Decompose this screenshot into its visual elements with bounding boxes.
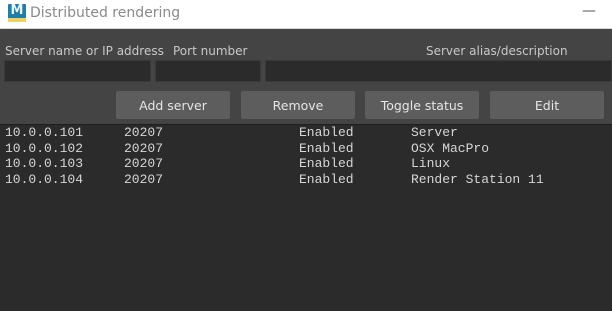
remove-button[interactable]: Remove: [241, 91, 355, 119]
server-row[interactable]: 10.0.0.104 20207 Enabled Render Station …: [0, 172, 612, 188]
server-status: Enabled: [299, 140, 354, 156]
minimize-button[interactable]: —: [582, 2, 596, 20]
server-alias: OSX MacPro: [411, 140, 490, 156]
server-port: 20207: [124, 156, 164, 171]
server-row[interactable]: 10.0.0.102 20207 Enabled OSX MacPro: [0, 141, 612, 157]
server-name-label: Server name or IP address: [5, 44, 164, 58]
title-bar: M Distributed rendering —: [0, 0, 612, 29]
edit-button[interactable]: Edit: [490, 91, 604, 119]
port-number-label: Port number: [173, 44, 248, 58]
server-name-input[interactable]: [4, 60, 151, 82]
window-title: Distributed rendering: [30, 5, 181, 21]
server-status: Enabled: [299, 156, 354, 171]
server-port: 20207: [124, 171, 164, 187]
server-status: Enabled: [299, 125, 354, 140]
server-alias-input[interactable]: [265, 60, 612, 82]
app-icon-band: [8, 18, 26, 22]
server-ip: 10.0.0.103: [5, 156, 84, 171]
app-icon-letter: M: [10, 4, 24, 18]
server-ip: 10.0.0.102: [5, 140, 84, 156]
server-row[interactable]: 10.0.0.103 20207 Enabled Linux: [0, 156, 612, 172]
server-alias: Server: [411, 125, 458, 140]
server-list[interactable]: 10.0.0.101 20207 Enabled Server 10.0.0.1…: [0, 124, 612, 311]
server-port: 20207: [124, 140, 164, 156]
maya-icon: M: [8, 4, 26, 22]
server-alias: Render Station 11: [411, 171, 544, 187]
server-status: Enabled: [299, 171, 354, 187]
server-row[interactable]: 10.0.0.101 20207 Enabled Server: [0, 125, 612, 141]
server-ip: 10.0.0.104: [5, 171, 84, 187]
toggle-status-button[interactable]: Toggle status: [365, 91, 479, 119]
port-number-input[interactable]: [155, 60, 261, 82]
add-server-button[interactable]: Add server: [116, 91, 230, 119]
server-alias-label: Server alias/description: [426, 44, 568, 58]
server-alias: Linux: [411, 156, 451, 171]
server-ip: 10.0.0.101: [5, 125, 84, 140]
server-port: 20207: [124, 125, 164, 140]
